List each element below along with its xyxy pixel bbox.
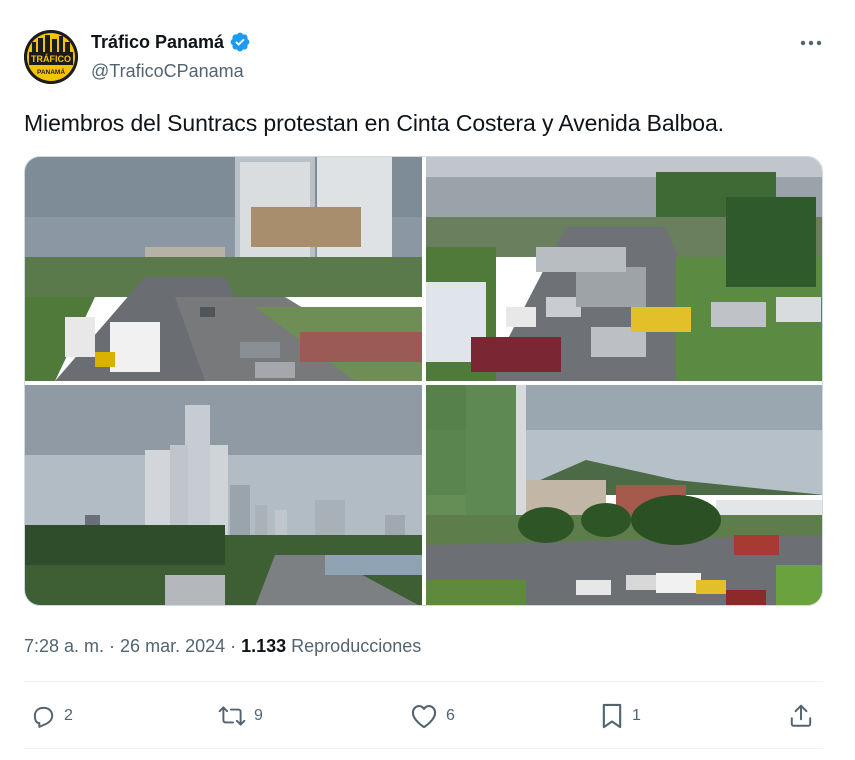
bookmark-button[interactable]: 1 [600, 696, 641, 736]
meta-separator: · [109, 636, 116, 656]
avatar[interactable]: TRÁFICO PANAMÁ [24, 30, 78, 84]
tweet-meta: 7:28 a. m. · 26 mar. 2024 · 1.133 Reprod… [24, 636, 421, 657]
author-name-row[interactable]: Tráfico Panamá [91, 31, 251, 53]
views-label: Reproducciones [291, 636, 422, 656]
display-name[interactable]: Tráfico Panamá [91, 32, 224, 53]
media-grid [24, 156, 823, 606]
retweet-count: 9 [254, 707, 263, 724]
avatar-text-bottom: PANAMÁ [37, 67, 65, 76]
share-button[interactable] [788, 696, 814, 736]
like-button[interactable]: 6 [410, 696, 455, 736]
photo-highway-buses[interactable] [25, 157, 422, 381]
photo-skyline[interactable] [25, 385, 422, 605]
tweet-date[interactable]: 26 mar. 2024 [120, 636, 225, 657]
heart-icon [410, 703, 438, 729]
handle[interactable]: @TraficoCPanama [91, 61, 244, 82]
divider-bottom [24, 748, 823, 749]
retweet-icon [218, 703, 246, 729]
share-icon [788, 703, 814, 729]
verified-badge-icon [229, 31, 251, 53]
avatar-logo: TRÁFICO PANAMÁ [24, 30, 78, 84]
reply-count: 2 [64, 707, 73, 724]
reply-button[interactable]: 2 [30, 696, 73, 736]
meta-separator-2: · [230, 636, 237, 656]
like-count: 6 [446, 707, 455, 724]
retweet-button[interactable]: 9 [218, 696, 263, 736]
divider-top [24, 681, 823, 682]
photo-avenue-trees[interactable] [426, 385, 822, 605]
tweet-time[interactable]: 7:28 a. m. [24, 636, 104, 657]
bookmark-count: 1 [632, 707, 641, 724]
more-horizontal-icon [799, 39, 823, 47]
bookmark-icon [600, 702, 624, 730]
views-count: 1.133 [241, 636, 287, 656]
photo-traffic-jam[interactable] [426, 157, 822, 381]
action-bar: 2 9 6 1 [24, 696, 823, 736]
reply-icon [30, 703, 56, 729]
avatar-text-top: TRÁFICO [31, 54, 71, 64]
more-options-button[interactable] [796, 30, 826, 56]
tweet-text: Miembros del Suntracs protestan en Cinta… [24, 110, 724, 136]
